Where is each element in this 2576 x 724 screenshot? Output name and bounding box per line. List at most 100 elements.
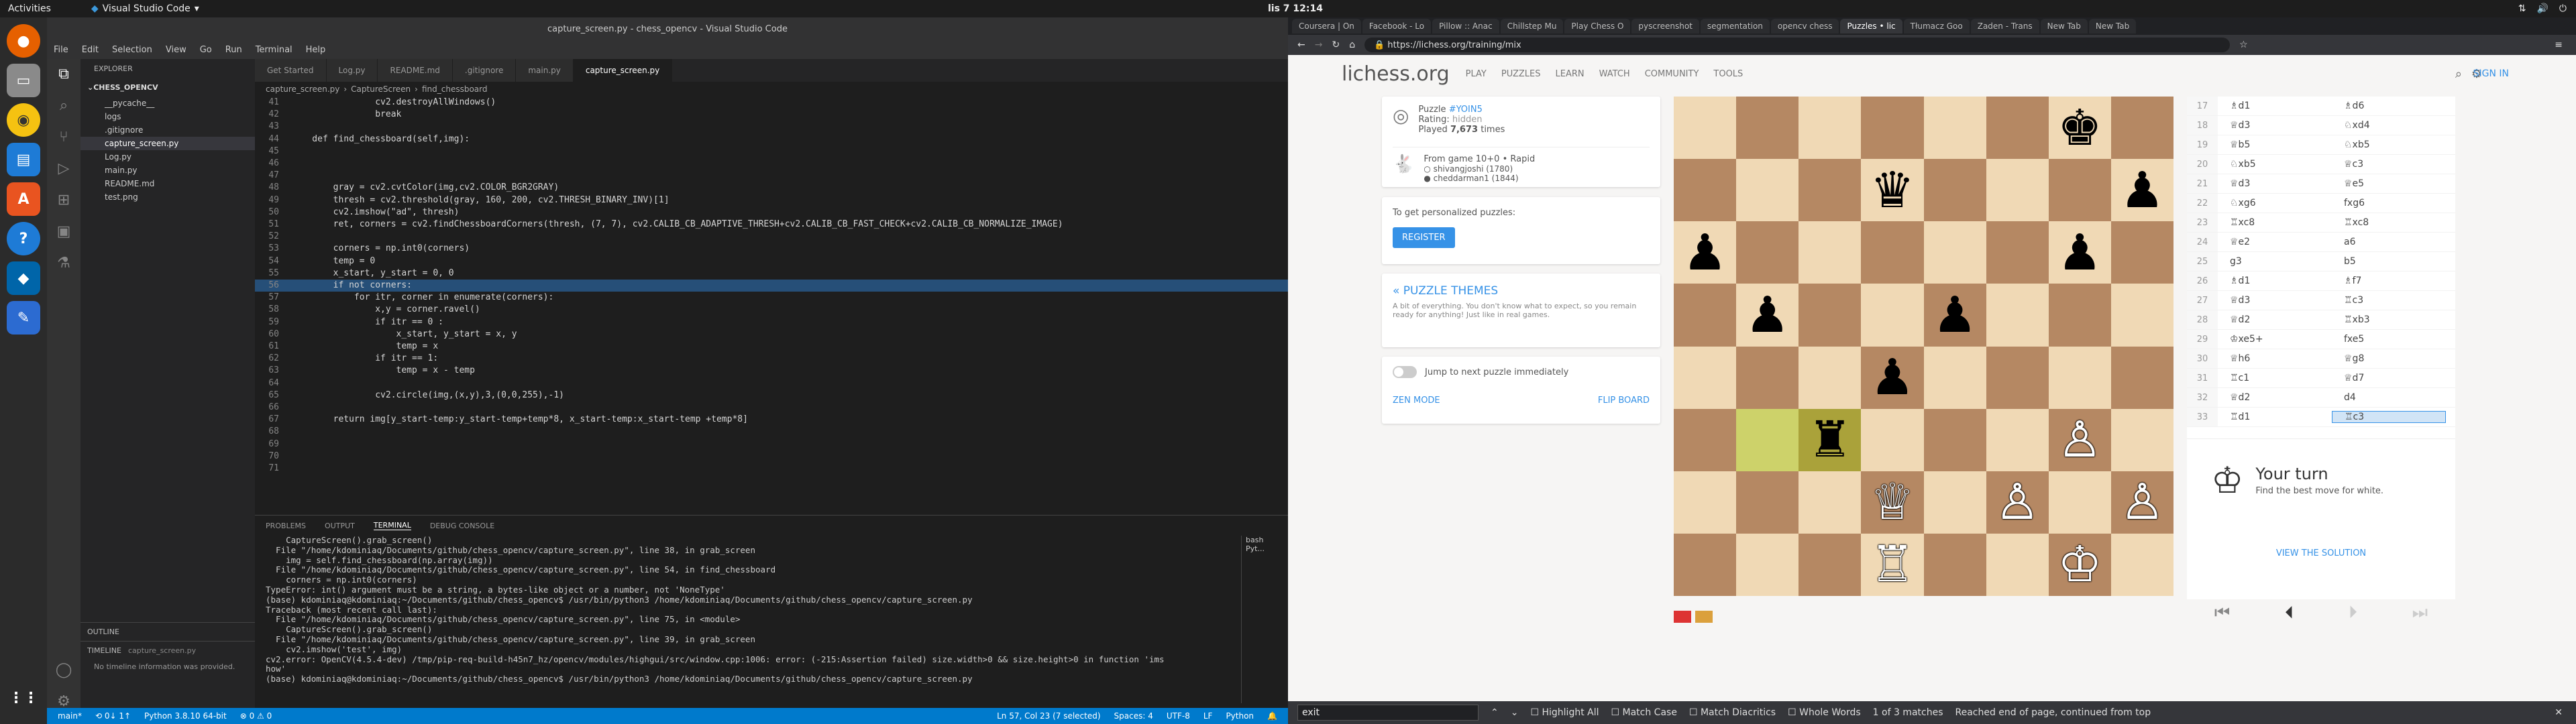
code-text[interactable]: def find_chessboard(self,img): (291, 133, 470, 145)
board-square[interactable] (1861, 221, 1924, 284)
code-text[interactable]: temp = x - temp (291, 365, 475, 377)
board-square[interactable] (2110, 221, 2174, 284)
board-square[interactable] (1923, 408, 1986, 471)
tab-get-started[interactable]: Get Started (255, 59, 327, 82)
code-line[interactable]: 62 if itr == 1: (255, 353, 1288, 365)
code-line[interactable]: 46 (255, 158, 1288, 170)
sync-status[interactable]: ⟲ 0↓ 1↑ (95, 711, 131, 721)
board-square[interactable]: ♟ (1923, 284, 1986, 347)
code-line[interactable]: 67 return img[y_start-temp:y_start-temp+… (255, 414, 1288, 426)
tab-main[interactable]: main.py (516, 59, 574, 82)
white-move[interactable]: ♖c1 (2218, 373, 2332, 383)
problems-status[interactable]: ⊗ 0 ⚠ 0 (240, 711, 272, 721)
browser-tab[interactable]: Tłumacz Goo (1903, 19, 1970, 34)
code-line[interactable]: 55 x_start, y_start = 0, 0 (255, 267, 1288, 280)
board-square[interactable] (1986, 346, 2049, 409)
white-move[interactable]: ♗d1 (2218, 101, 2332, 111)
find-next-icon[interactable]: ⌄ (1511, 707, 1519, 718)
code-text[interactable]: corners = np.int0(corners) (291, 243, 470, 255)
home-icon[interactable]: ⌂ (1349, 40, 1355, 50)
chess-piece[interactable]: ♟ (1870, 353, 1915, 402)
browser-tab[interactable]: Puzzles • lic (1840, 19, 1902, 34)
white-player[interactable]: shivangjoshi (1780) (1434, 164, 1513, 174)
code-line[interactable]: 59 if itr == 0 : (255, 316, 1288, 328)
breadcrumb-method[interactable]: find_chessboard (422, 84, 488, 94)
board-square[interactable]: ♕ (1861, 471, 1924, 534)
explorer-icon[interactable]: ⧉ (58, 66, 69, 82)
chess-piece[interactable]: ♟ (1933, 290, 1977, 340)
board-square[interactable]: ♛ (1861, 159, 1924, 222)
find-prev-icon[interactable]: ⌃ (1491, 707, 1499, 718)
lichess-logo[interactable]: lichess.org (1342, 62, 1450, 86)
board-square[interactable] (1799, 533, 1862, 596)
code-line[interactable]: 47 (255, 170, 1288, 182)
black-move[interactable]: d4 (2332, 392, 2446, 403)
nav-community[interactable]: COMMUNITY (1645, 69, 1699, 79)
board-square[interactable] (1799, 346, 1862, 409)
black-move[interactable]: ♖c3 (2332, 295, 2446, 306)
board-square[interactable] (1799, 284, 1862, 347)
white-move[interactable]: ♕d3 (2218, 120, 2332, 131)
board-square[interactable] (1799, 471, 1862, 534)
testing-icon[interactable]: ⚗ (57, 255, 70, 272)
chess-piece[interactable]: ♙ (2057, 415, 2102, 465)
file-item[interactable]: README.md (80, 177, 255, 190)
code-line[interactable]: 71 (255, 463, 1288, 475)
source-game[interactable]: From game 10+0 • Rapid (1424, 154, 1535, 164)
forward-icon[interactable]: → (1315, 40, 1323, 50)
nav-learn[interactable]: LEARN (1556, 69, 1585, 79)
code-line[interactable]: 68 (255, 426, 1288, 438)
white-move[interactable]: ♕b5 (2218, 139, 2332, 150)
encoding[interactable]: UTF-8 (1167, 711, 1190, 721)
board-square[interactable] (1861, 97, 1924, 160)
first-move-icon[interactable]: ⏮ (2214, 603, 2230, 623)
file-item[interactable]: main.py (80, 164, 255, 177)
board-square[interactable] (1736, 346, 1799, 409)
tab-terminal[interactable]: TERMINAL (373, 521, 411, 530)
black-move[interactable]: fxg6 (2332, 198, 2446, 208)
tab-problems[interactable]: PROBLEMS (266, 522, 306, 530)
code-text[interactable]: break (291, 109, 401, 121)
board-square[interactable] (1674, 471, 1737, 534)
black-move[interactable]: a6 (2332, 237, 2446, 247)
run-debug-icon[interactable]: ▷ (58, 160, 70, 177)
black-move[interactable]: ♕g8 (2332, 353, 2446, 364)
code-text[interactable]: temp = x (291, 341, 439, 353)
code-text[interactable]: x_start, y_start = x, y (291, 328, 517, 341)
board-square[interactable] (1674, 533, 1737, 596)
highlight-all-checkbox[interactable]: ☐ Highlight All (1530, 707, 1599, 718)
white-move[interactable]: ♘xg6 (2218, 198, 2332, 208)
browser-tab[interactable]: segmentation (1700, 19, 1770, 34)
black-move[interactable]: ♖c3 (2332, 411, 2446, 423)
board-square[interactable] (2110, 346, 2174, 409)
firefox-icon[interactable]: ● (7, 24, 40, 58)
search-icon[interactable]: ⌕ (60, 97, 68, 114)
code-line[interactable]: 57 for itr, corner in enumerate(corners)… (255, 292, 1288, 304)
code-text[interactable]: if itr == 1: (291, 353, 438, 365)
last-move-icon[interactable]: ⏭ (2412, 603, 2428, 623)
board-square[interactable] (1736, 221, 1799, 284)
jump-toggle[interactable] (1393, 366, 1417, 378)
terminal-item-python[interactable]: Pyt... (1246, 544, 1288, 553)
white-move[interactable]: ♗d1 (2218, 276, 2332, 286)
breadcrumb-file[interactable]: capture_screen.py (266, 84, 339, 94)
menu-go[interactable]: Go (200, 45, 212, 55)
chess-piece[interactable]: ♟ (1746, 290, 1790, 340)
file-item[interactable]: .gitignore (80, 123, 255, 137)
code-text[interactable]: if not corners: (291, 280, 412, 292)
black-move[interactable]: ♕d7 (2332, 373, 2446, 383)
board-square[interactable] (2110, 284, 2174, 347)
code-line[interactable]: 51 ret, corners = cv2.findChessboardCorn… (255, 219, 1288, 231)
board-square[interactable] (1986, 533, 2049, 596)
tab-debug-console[interactable]: DEBUG CONSOLE (430, 522, 494, 530)
code-text[interactable]: if itr == 0 : (291, 316, 443, 328)
board-square[interactable] (1986, 159, 2049, 222)
file-item[interactable]: test.png (80, 190, 255, 204)
black-player[interactable]: cheddarman1 (1844) (1434, 174, 1519, 183)
code-line[interactable]: 58 x,y = corner.ravel() (255, 304, 1288, 316)
view-solution-button[interactable]: VIEW THE SOLUTION (2187, 548, 2455, 558)
board-square[interactable] (2110, 97, 2174, 160)
show-apps-icon[interactable]: ⋮⋮ (7, 681, 40, 715)
browser-tab[interactable]: opencv chess (1770, 19, 1839, 34)
board-square[interactable] (1861, 284, 1924, 347)
